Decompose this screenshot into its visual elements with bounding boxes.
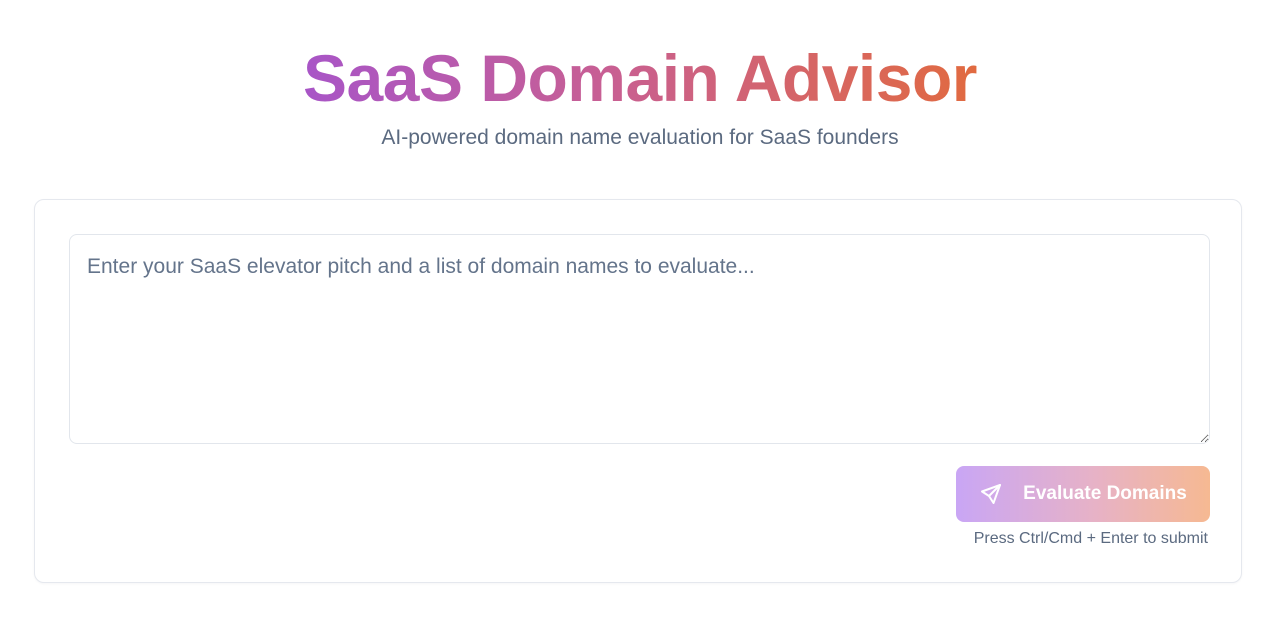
keyboard-shortcut-hint: Press Ctrl/Cmd + Enter to submit	[973, 530, 1208, 547]
send-icon	[979, 482, 1003, 506]
page-subtitle: AI-powered domain name evaluation for Sa…	[381, 126, 899, 149]
page-title-text: SaaS Domain Advisor	[303, 41, 977, 115]
evaluation-card: Evaluate Domains Press Ctrl/Cmd + Enter …	[34, 199, 1242, 583]
evaluate-domains-label: Evaluate Domains	[1023, 483, 1187, 504]
page-title: SaaS Domain Advisor	[0, 38, 1280, 118]
pitch-and-domains-input[interactable]	[69, 234, 1210, 444]
page: SaaS Domain Advisor AI-powered domain na…	[0, 0, 1280, 630]
evaluate-domains-button[interactable]: Evaluate Domains	[956, 466, 1210, 522]
